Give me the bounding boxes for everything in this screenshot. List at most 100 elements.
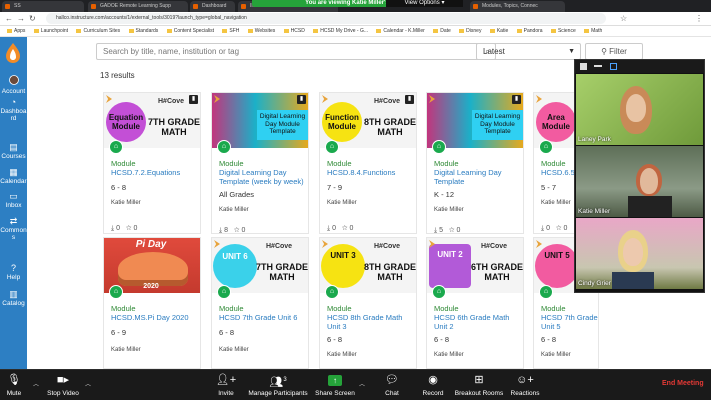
record-button[interactable]: ◉ Record xyxy=(420,373,446,397)
trash-icon[interactable]: ▮ xyxy=(405,95,414,104)
card-title[interactable]: HCSD 7th Grade Math Unit 5 xyxy=(541,313,598,331)
bookmark-item[interactable]: Katie xyxy=(490,26,508,36)
bookmark-item[interactable]: HCSD My Drive - G... xyxy=(313,26,368,36)
share-options-chevron-icon[interactable]: ︿ xyxy=(359,379,365,388)
bookmark-item[interactable]: Calendar - K.Miller xyxy=(376,26,424,36)
bookmark-item[interactable]: Disney xyxy=(459,26,481,36)
browser-tab[interactable]: Modules, Topics, Connec xyxy=(470,1,565,12)
back-icon[interactable]: ← xyxy=(5,14,13,24)
chat-button[interactable]: 💬︎ Chat xyxy=(382,373,402,397)
download-icon[interactable]: ⤓ xyxy=(541,225,544,232)
minimize-icon[interactable] xyxy=(580,63,587,70)
forward-icon[interactable]: → xyxy=(17,14,25,24)
resource-card[interactable]: Digital Learning Day Module Template ▮ ⌂… xyxy=(426,92,524,234)
nav-calendar[interactable]: ▦ Calendar xyxy=(0,168,27,186)
url-field[interactable]: hallco.instructure.com/accounts/1/extern… xyxy=(46,13,606,24)
filter-button[interactable]: ⚲ Filter xyxy=(585,43,643,60)
trash-icon[interactable]: ▮ xyxy=(189,95,198,104)
bookmark-item[interactable]: Date xyxy=(433,26,451,36)
favorite-icon[interactable]: ☆ xyxy=(556,225,562,232)
catalog-icon: ▥ xyxy=(9,289,18,299)
inbox-icon: ▭ xyxy=(9,191,18,201)
bookmark-item[interactable]: Launchpoint xyxy=(34,26,68,36)
trash-icon[interactable]: ▮ xyxy=(512,95,521,104)
bookmark-item[interactable]: Curriculum Sites xyxy=(76,26,120,36)
bookmark-item[interactable]: Apps xyxy=(7,26,25,36)
sort-select[interactable]: Latest ▼ xyxy=(476,43,581,60)
bookmark-item[interactable]: HCSD xyxy=(284,26,305,36)
browser-tab[interactable]: GADOE Remote Learning Supp xyxy=(88,1,188,12)
breakout-rooms-button[interactable]: ⊞ Breakout Rooms xyxy=(452,373,506,397)
nav-account[interactable]: Account xyxy=(0,75,27,95)
resource-card[interactable]: Function Module 8TH GRADE MATH H#Cove ▮ … xyxy=(319,92,417,234)
audio-options-chevron-icon[interactable]: ︿ xyxy=(33,379,39,388)
trash-icon[interactable]: ▮ xyxy=(297,95,306,104)
bookmark-item[interactable]: SFH xyxy=(222,26,239,36)
favorite-icon[interactable]: ☆ xyxy=(342,225,348,232)
bookmark-item[interactable]: Websites xyxy=(248,26,275,36)
browser-tab[interactable]: SS xyxy=(2,1,84,12)
bookmark-item[interactable]: Content Specialist xyxy=(167,26,214,36)
resource-card[interactable]: Equation Module 7TH GRADE MATH H#Cove ▮ … xyxy=(103,92,201,234)
bookmark-item[interactable]: Math xyxy=(584,26,602,36)
nav-help[interactable]: ? Help xyxy=(0,264,27,282)
bookmark-item[interactable]: Pandora xyxy=(517,26,543,36)
nav-courses[interactable]: ▤ Courses xyxy=(0,143,27,161)
filter-label: Filter xyxy=(609,47,627,56)
thumbnail-title: Equation Module xyxy=(108,113,144,131)
nav-inbox[interactable]: ▭ Inbox xyxy=(0,191,27,210)
resource-card[interactable]: UNIT 2 6TH GRADE MATH H#Cove ⌂ Module HC… xyxy=(426,237,524,369)
card-title[interactable]: HCSD 8th Grade Math Unit 3 xyxy=(327,313,415,331)
stop-video-button[interactable]: ■▸ Stop Video xyxy=(44,373,82,397)
star-icon[interactable]: ☆ xyxy=(620,14,627,24)
video-gallery[interactable]: Laney Park Katie Miller Cindy Grier xyxy=(574,59,705,293)
canvas-logo-icon[interactable] xyxy=(4,42,22,64)
invite-button[interactable]: 👤︎+ Invite xyxy=(214,373,238,397)
favorite-icon[interactable]: ☆ xyxy=(234,227,240,234)
participant-video[interactable]: Cindy Grier xyxy=(576,218,703,289)
resource-card[interactable]: Digital Learning Day Module Template ▮ ⌂… xyxy=(211,92,309,234)
browser-tab[interactable]: Dashboard xyxy=(190,1,235,12)
favorite-icon[interactable]: ☆ xyxy=(449,227,455,234)
download-icon[interactable]: ⤓ xyxy=(219,227,222,234)
card-title[interactable]: Digital Learning Day Template xyxy=(434,168,522,186)
end-meeting-button[interactable]: End Meeting xyxy=(662,380,704,387)
card-title[interactable]: HCSD.8.4.Functions xyxy=(327,168,415,177)
card-title[interactable]: HCSD.7.2.Equations xyxy=(111,168,199,177)
share-screen-label: Share Screen xyxy=(315,390,355,397)
card-title[interactable]: HCSD.MS.Pi Day 2020 xyxy=(111,313,199,322)
resource-card[interactable]: UNIT 3 8TH GRADE MATH H#Cove ⌂ Module HC… xyxy=(319,237,417,369)
download-icon[interactable]: ⤓ xyxy=(111,225,114,232)
favorite-icon[interactable]: ☆ xyxy=(126,225,132,232)
nav-commons[interactable]: ⇄ Commons xyxy=(0,216,27,242)
participant-video[interactable]: Katie Miller xyxy=(576,146,703,217)
view-options-button[interactable]: View Options ▾ xyxy=(386,0,463,7)
download-icon[interactable]: ⤓ xyxy=(327,225,330,232)
bookmark-item[interactable]: Science xyxy=(551,26,576,36)
bookmark-item[interactable]: Standards xyxy=(129,26,159,36)
commons-badge-icon: ⌂ xyxy=(109,140,123,154)
card-title[interactable]: Digital Learning Day Template (week by w… xyxy=(219,168,307,186)
card-title[interactable]: HCSD 6th Grade Math Unit 2 xyxy=(434,313,522,331)
card-title[interactable]: HCSD 7th Grade Unit 6 xyxy=(219,313,307,322)
card-author: Katie Miller xyxy=(219,207,249,213)
hide-video-icon[interactable] xyxy=(594,65,602,67)
commons-icon: ⇄ xyxy=(9,216,18,226)
video-options-chevron-icon[interactable]: ︿ xyxy=(85,379,91,388)
mute-button[interactable]: 🎙︎ Mute xyxy=(2,373,26,397)
search-input[interactable]: Search by title, name, institution or ta… xyxy=(96,43,496,60)
download-icon[interactable]: ⤓ xyxy=(434,227,437,234)
resource-card[interactable]: Pi Day 2020 ⌂ Module HCSD.MS.Pi Day 2020… xyxy=(103,237,201,369)
manage-participants-button[interactable]: 👥︎3 Manage Participants xyxy=(246,373,310,397)
participant-video[interactable]: Laney Park xyxy=(576,74,703,145)
nav-catalog[interactable]: ▥ Catalog xyxy=(0,289,27,308)
menu-icon[interactable]: ⋮ xyxy=(695,14,703,24)
gallery-view-icon[interactable] xyxy=(610,63,617,70)
resource-card[interactable]: UNIT 6 7TH GRADE MATH H#Cove ⌂ Module HC… xyxy=(211,237,309,369)
nav-dashboard[interactable]: ◔ Dashboard xyxy=(0,98,27,123)
search-placeholder: Search by title, name, institution or ta… xyxy=(103,47,240,56)
reactions-button[interactable]: ☺+ Reactions xyxy=(509,373,541,397)
share-screen-button[interactable]: ↑ Share Screen xyxy=(314,373,356,397)
reload-icon[interactable]: ↻ xyxy=(29,14,36,24)
card-kind: Module xyxy=(541,304,566,313)
